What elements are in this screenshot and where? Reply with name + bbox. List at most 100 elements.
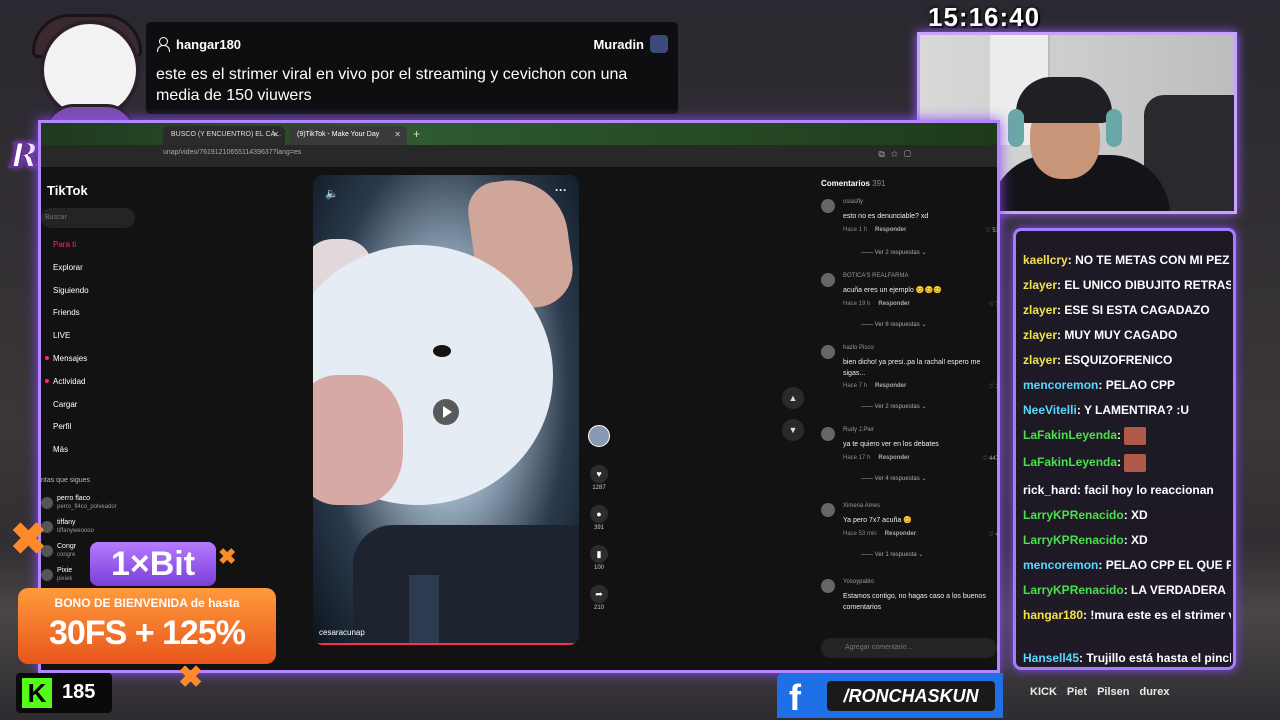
more-icon[interactable]: ··· <box>555 183 567 197</box>
chat-message: zlayer: EL UNICO DIBUJITO RETRASADO <box>1023 276 1231 294</box>
browser-tab-active[interactable]: (9)TikTok - Make Your Day ✕ <box>289 126 407 145</box>
avatar[interactable] <box>821 427 835 441</box>
comment-icon[interactable]: ● <box>590 505 608 523</box>
comment-user[interactable]: Ximena Ames <box>843 503 880 509</box>
address-bar[interactable]: unap/video/7619121065511439637?lang=es ⧉… <box>41 145 997 167</box>
x-decoration-icon: ✖ <box>10 515 47 564</box>
view-replies[interactable]: —— Ver 8 respuestas ⌄ <box>861 321 926 328</box>
comment-user[interactable]: BOTICA'S REALFARMA <box>843 273 909 279</box>
view-replies-label: Ver 4 respuestas <box>874 476 920 482</box>
comment-likes[interactable]: ♡ 447 <box>982 455 997 462</box>
comments-title-text: Comentarios <box>821 179 870 188</box>
comment-action[interactable]: ● 391 <box>587 505 611 531</box>
avatar[interactable] <box>821 579 835 593</box>
comment-likes[interactable]: ♡ 7 <box>989 301 997 308</box>
volume-icon[interactable]: 🔈 <box>325 187 339 200</box>
comment-text: ya te quiero ver en los debates <box>843 441 939 448</box>
nav-item-perfil[interactable]: Perfil <box>53 421 89 444</box>
view-replies[interactable]: —— Ver 1 respuesta ⌄ <box>861 551 923 558</box>
avatar[interactable] <box>821 273 835 287</box>
chat-message: zlayer: ESE SI ESTA CAGADAZO <box>1023 303 1210 317</box>
video-author[interactable]: cesaracunap <box>319 628 365 637</box>
chat-username: zlayer <box>1023 328 1058 342</box>
comment-text: Estamos contigo, no hagas caso a los bue… <box>843 593 986 611</box>
stream-chat: kaellcry: NO TE METAS CON MI PEZ zlayer:… <box>1013 228 1236 670</box>
nav-item-siguiendo[interactable]: Siguiendo <box>53 285 89 308</box>
heart-icon[interactable]: ♥ <box>590 465 608 483</box>
chevron-down-icon[interactable]: ▼ <box>782 419 804 441</box>
partner-logo: KICK <box>1030 686 1057 698</box>
bookmark-icon[interactable]: ▮ <box>590 545 608 563</box>
comment-likes[interactable]: ♡ 1 <box>989 383 997 390</box>
reply-button[interactable]: Responder <box>875 383 906 389</box>
alert-message: este es el strimer viral en vivo por el … <box>156 66 628 104</box>
chat-text: facil hoy lo reaccionan <box>1084 483 1214 497</box>
comment-time: Hace 1 h <box>843 227 868 233</box>
nav-item-live[interactable]: LIVE <box>53 330 89 353</box>
tiktok-logo[interactable]: TikTok <box>47 183 88 198</box>
comment-text: Ya pero 7x7 acuña 😊 <box>843 517 912 524</box>
reply-button[interactable]: Responder <box>878 455 909 461</box>
nav-item-mas[interactable]: Más <box>53 444 89 467</box>
share-count: 210 <box>593 605 604 611</box>
nav-item-friends[interactable]: Friends <box>53 307 89 330</box>
chat-message: Hansell45: Trujillo está hasta el pincho <box>1023 649 1231 667</box>
chat-message: LaFakinLeyenda: <box>1023 453 1231 472</box>
avatar[interactable] <box>821 199 835 213</box>
chat-text: NO TE METAS CON MI PEZ <box>1075 253 1230 267</box>
reply-button[interactable]: Responder <box>875 227 906 233</box>
view-replies[interactable]: —— Ver 2 respuestas ⌄ <box>861 403 926 410</box>
reply-button[interactable]: Responder <box>885 531 916 537</box>
close-icon[interactable]: ✕ <box>394 130 401 139</box>
video-frame-snout <box>313 375 403 505</box>
avatar[interactable] <box>821 345 835 359</box>
chevron-up-icon[interactable]: ▲ <box>782 387 804 409</box>
comment-user[interactable]: Yosoypablo <box>843 579 874 585</box>
view-replies[interactable]: —— Ver 4 respuestas ⌄ <box>861 475 926 482</box>
reply-button[interactable]: Responder <box>878 301 909 307</box>
comment-user[interactable]: Rudy J.Pier <box>843 427 874 433</box>
author-avatar[interactable] <box>587 425 611 447</box>
tiktok-nav: Para ti Explorar Siguiendo Friends LIVE … <box>45 239 89 467</box>
share-icon[interactable]: ➦ <box>590 585 608 603</box>
nav-item-mensajes[interactable]: Mensajes <box>45 353 89 376</box>
new-tab-icon[interactable]: + <box>413 127 420 141</box>
comment-user[interactable]: osiasfly <box>843 199 863 205</box>
chat-username: zlayer <box>1023 278 1058 292</box>
comment-likes[interactable]: ♡ 51 <box>985 227 999 234</box>
nav-item-actividad[interactable]: Actividad <box>45 376 89 399</box>
nav-item-explorar[interactable]: Explorar <box>53 262 89 285</box>
video-progress[interactable] <box>313 643 579 645</box>
save-action[interactable]: ▮ 100 <box>587 545 611 571</box>
share-action[interactable]: ➦ 210 <box>587 585 611 611</box>
search-input[interactable]: Buscar <box>41 208 135 228</box>
view-replies-label: Ver 8 respuestas <box>874 322 920 328</box>
nav-item-para-ti[interactable]: Para ti <box>53 239 89 262</box>
facebook-handle: /RONCHASKUN <box>827 681 995 711</box>
nav-item-cargar[interactable]: Cargar <box>53 399 89 422</box>
toolbar-icons[interactable]: ⧉☆▢ <box>878 149 917 160</box>
viewer-count: 185 <box>62 681 96 703</box>
browser-tab[interactable]: BUSCO (Y ENCUENTRO) EL CÁ... ✕ <box>163 126 285 145</box>
comment-time: Hace 17 h <box>843 455 871 461</box>
video-frame-eye <box>433 345 451 357</box>
stream-overlay: RONCHAS hangar180 Muradin este es el str… <box>0 0 1280 720</box>
comment-text: acuña eres un ejemplo 😊😊😊 <box>843 287 942 294</box>
comments-count: 391 <box>872 179 886 188</box>
video-player[interactable]: 🔈 ··· cesaracunap <box>313 175 579 645</box>
avatar <box>41 497 53 509</box>
comment-likes[interactable]: ♡ 4 <box>989 531 997 538</box>
close-icon[interactable]: ✕ <box>272 130 279 139</box>
chat-text: !mura este es el strimer viral en vivo p… <box>1090 608 1231 622</box>
comment-user[interactable]: hazlo Pisco <box>843 345 874 351</box>
like-action[interactable]: ♥ 1287 <box>587 465 611 491</box>
comment-input[interactable]: Agregar comentario... <box>821 638 997 658</box>
viewer-counter: K 185 <box>16 673 112 713</box>
comment-like-count: 51 <box>992 228 999 234</box>
browser-tabbar: BUSCO (Y ENCUENTRO) EL CÁ... ✕ (9)TikTok… <box>41 123 997 145</box>
avatar[interactable] <box>821 503 835 517</box>
url-text[interactable]: unap/video/7619121065511439637?lang=es <box>163 149 301 156</box>
play-icon[interactable] <box>433 399 459 425</box>
view-replies[interactable]: —— Ver 2 respuestas ⌄ <box>861 249 926 256</box>
chat-text: PELAO CPP EL QUE ROBA <box>1105 558 1231 572</box>
